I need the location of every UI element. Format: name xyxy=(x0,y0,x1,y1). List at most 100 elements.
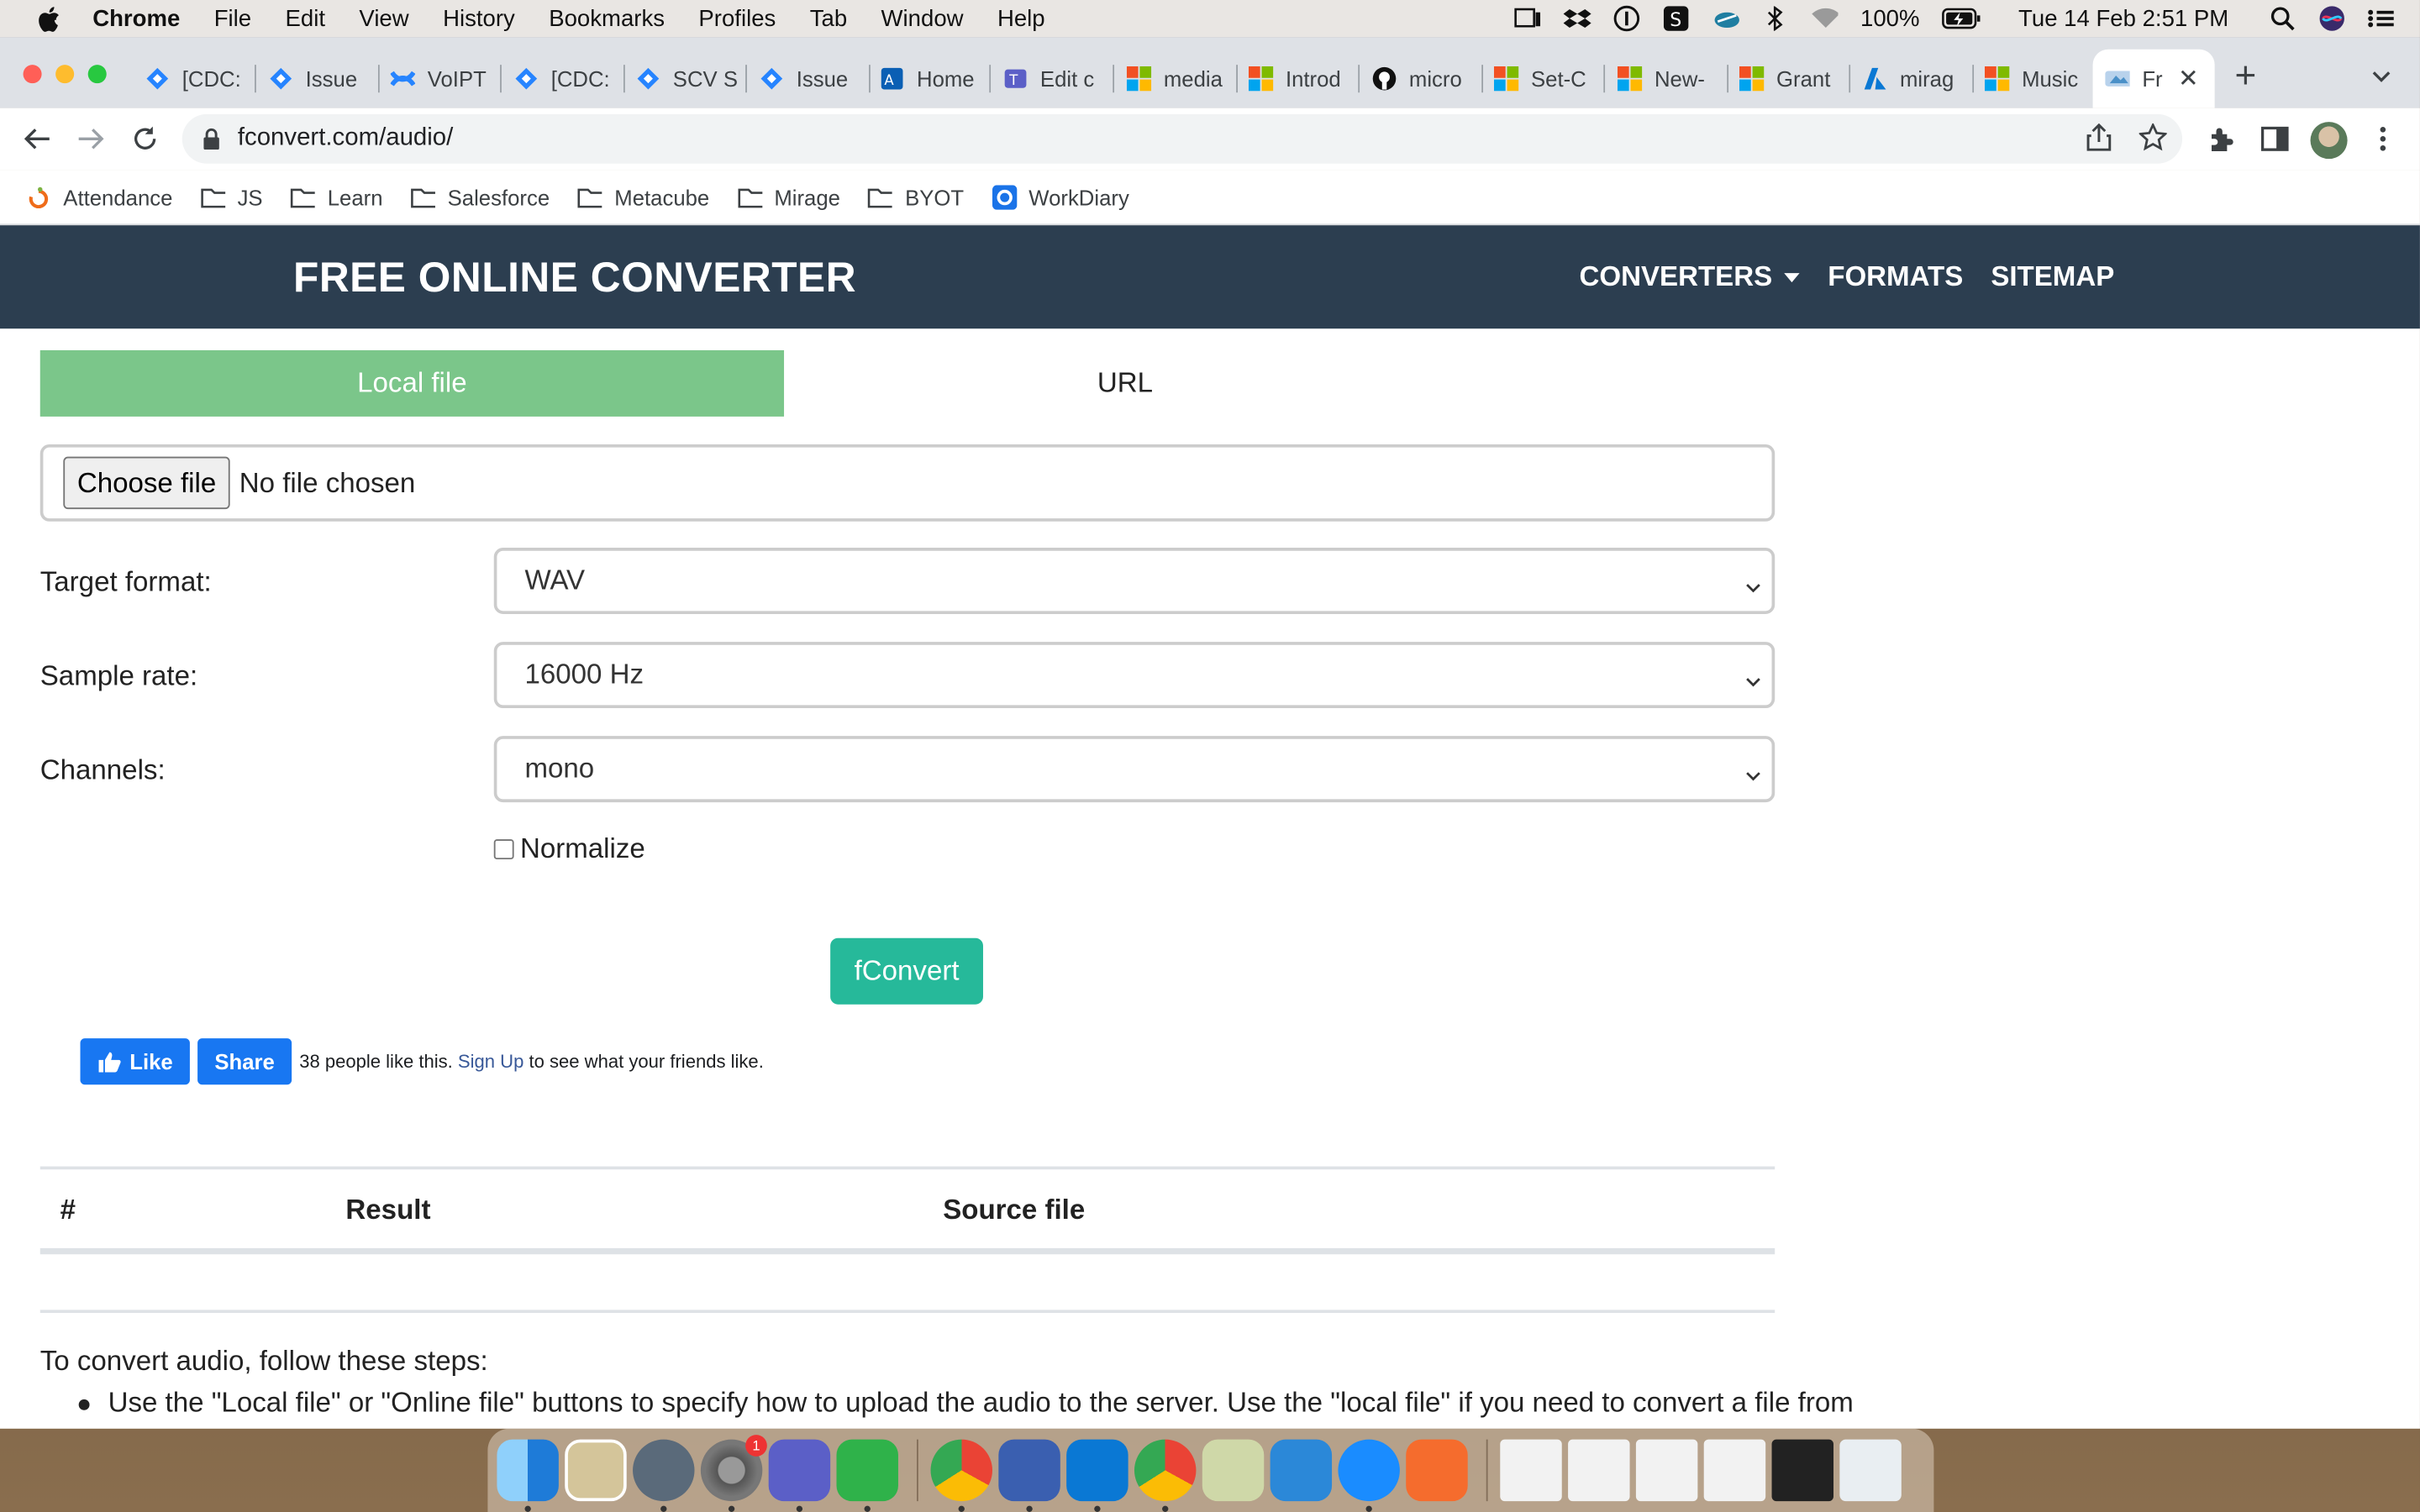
reload-icon[interactable] xyxy=(129,123,160,155)
site-logo-title[interactable]: FREE ONLINE CONVERTER xyxy=(293,255,856,302)
apple-menu-icon[interactable] xyxy=(34,5,61,33)
file-input[interactable]: Choose file No file chosen xyxy=(39,444,1776,522)
parallels-icon[interactable] xyxy=(998,1439,1060,1512)
minimized-window-icon[interactable] xyxy=(1500,1439,1562,1502)
bookmark-folder-metacube[interactable]: Metacube xyxy=(577,184,709,209)
browser-tab[interactable]: [CDC: xyxy=(514,50,625,108)
tab-search-chevron-icon[interactable] xyxy=(2370,65,2392,87)
siri-icon[interactable] xyxy=(2318,6,2346,31)
channels-select[interactable]: mono xyxy=(493,736,1776,803)
lock-icon[interactable] xyxy=(201,128,223,150)
bookmark-folder-salesforce[interactable]: Salesforce xyxy=(411,184,550,209)
menu-history[interactable]: History xyxy=(443,5,515,31)
facebook-signup-link[interactable]: Sign Up xyxy=(458,1051,523,1073)
wifi-icon[interactable] xyxy=(1811,6,1839,30)
fconvert-submit-button[interactable]: fConvert xyxy=(830,937,983,1005)
menu-profiles[interactable]: Profiles xyxy=(698,5,776,31)
dropbox-icon[interactable] xyxy=(1564,6,1592,30)
scrivener-icon[interactable]: S xyxy=(1663,6,1691,31)
minimized-window-icon[interactable] xyxy=(1635,1439,1698,1502)
browser-tab[interactable]: Issue xyxy=(269,50,380,108)
teams-icon[interactable] xyxy=(768,1439,831,1512)
windows-icon[interactable] xyxy=(1066,1439,1128,1512)
browser-tab[interactable]: media xyxy=(1126,50,1239,108)
bookmark-attendance[interactable]: Attendance xyxy=(26,184,172,209)
bluetooth-icon[interactable] xyxy=(1761,6,1789,31)
bookmark-folder-mirage[interactable]: Mirage xyxy=(737,184,840,209)
paw-icon[interactable] xyxy=(1406,1439,1468,1502)
nav-sitemap-link[interactable]: SITEMAP xyxy=(1991,260,2114,293)
close-tab-icon[interactable]: ✕ xyxy=(2178,63,2199,94)
target-format-select[interactable]: WAV xyxy=(493,548,1776,615)
menu-tab[interactable]: Tab xyxy=(810,5,847,31)
menu-file[interactable]: File xyxy=(214,5,251,31)
bookmark-folder-js[interactable]: JS xyxy=(200,184,263,209)
bookmark-folder-learn[interactable]: Learn xyxy=(291,184,383,209)
choose-file-button[interactable]: Choose file xyxy=(63,456,230,510)
control-center-icon[interactable] xyxy=(2367,6,2395,30)
new-tab-button[interactable]: + xyxy=(2235,58,2257,96)
minimized-window-icon[interactable] xyxy=(1771,1439,1833,1502)
onepassword-menu-icon[interactable] xyxy=(1613,5,1641,32)
minimized-window-icon[interactable] xyxy=(1703,1439,1766,1502)
clock[interactable]: Tue 14 Feb 2:51 PM xyxy=(2018,5,2228,31)
browser-tab[interactable]: Issue xyxy=(760,50,871,108)
side-panel-icon[interactable] xyxy=(2260,123,2291,155)
address-bar[interactable]: fconvert.com/audio/ xyxy=(182,113,2183,164)
window-close-button[interactable] xyxy=(23,65,42,84)
trash-icon[interactable] xyxy=(1839,1439,1902,1502)
script-editor-icon[interactable] xyxy=(1202,1439,1265,1502)
preview-icon[interactable] xyxy=(565,1439,627,1502)
nav-formats-link[interactable]: FORMATS xyxy=(1828,260,1963,293)
facebook-share-button[interactable]: Share xyxy=(197,1038,292,1085)
normalize-label[interactable]: Normalize xyxy=(520,833,645,866)
minimized-window-icon[interactable] xyxy=(1568,1439,1630,1502)
browser-tab[interactable]: SCV S xyxy=(636,50,747,108)
facebook-like-button[interactable]: Like xyxy=(80,1038,190,1085)
chrome-icon[interactable] xyxy=(930,1439,992,1512)
window-minimize-button[interactable] xyxy=(55,65,75,84)
menu-view[interactable]: View xyxy=(359,5,408,31)
extensions-puzzle-icon[interactable] xyxy=(2206,123,2237,155)
menu-window[interactable]: Window xyxy=(881,5,964,31)
forward-arrow-icon[interactable] xyxy=(76,123,107,155)
back-arrow-icon[interactable] xyxy=(22,123,53,155)
profile-avatar[interactable] xyxy=(2310,122,2348,160)
tab-local-file[interactable]: Local file xyxy=(39,349,785,417)
menu-help[interactable]: Help xyxy=(997,5,1045,31)
browser-tab[interactable]: A Home xyxy=(880,50,992,108)
bookmark-workdiary[interactable]: WorkDiary xyxy=(992,184,1129,209)
browser-tab[interactable]: Music xyxy=(1984,50,2096,108)
system-preferences-icon[interactable]: 1 xyxy=(700,1435,767,1512)
azure-data-studio-icon[interactable] xyxy=(1270,1439,1333,1502)
browser-tab[interactable]: micro xyxy=(1372,50,1484,108)
browser-tab[interactable]: VoIPT xyxy=(390,50,502,108)
nav-converters-dropdown[interactable]: CONVERTERS xyxy=(1580,260,1801,293)
launchpad-icon[interactable] xyxy=(633,1439,695,1512)
browser-tab[interactable]: New- xyxy=(1617,50,1729,108)
browser-tab[interactable]: T Edit c xyxy=(1003,50,1115,108)
normalize-checkbox[interactable] xyxy=(493,839,514,860)
finder-icon[interactable] xyxy=(497,1439,559,1512)
tab-url[interactable]: URL xyxy=(784,350,1466,417)
spotlight-search-icon[interactable] xyxy=(2269,6,2296,31)
chrome-icon[interactable] xyxy=(1134,1439,1197,1512)
messages-icon[interactable] xyxy=(836,1439,898,1512)
cloud-sync-icon[interactable] xyxy=(1712,6,1740,30)
sample-rate-select[interactable]: 16000 Hz xyxy=(493,642,1776,709)
menu-edit[interactable]: Edit xyxy=(286,5,325,31)
kebab-menu-icon[interactable] xyxy=(2367,123,2398,155)
browser-tab[interactable]: Grant xyxy=(1739,50,1851,108)
browser-tab-active[interactable]: Fr ✕ xyxy=(2092,49,2215,108)
window-zoom-button[interactable] xyxy=(87,65,107,84)
bookmark-folder-byot[interactable]: BYOT xyxy=(868,184,964,209)
share-icon[interactable] xyxy=(2086,123,2112,159)
sidecar-icon[interactable] xyxy=(1515,6,1543,30)
onepassword-icon[interactable] xyxy=(1338,1439,1400,1512)
browser-tab[interactable]: [CDC: xyxy=(145,50,256,108)
menu-bookmarks[interactable]: Bookmarks xyxy=(549,5,665,31)
browser-tab[interactable]: Set-C xyxy=(1493,50,1606,108)
menu-app-name[interactable]: Chrome xyxy=(92,5,180,31)
bookmark-star-icon[interactable] xyxy=(2138,122,2169,159)
battery-charging-icon[interactable] xyxy=(1941,6,1981,30)
